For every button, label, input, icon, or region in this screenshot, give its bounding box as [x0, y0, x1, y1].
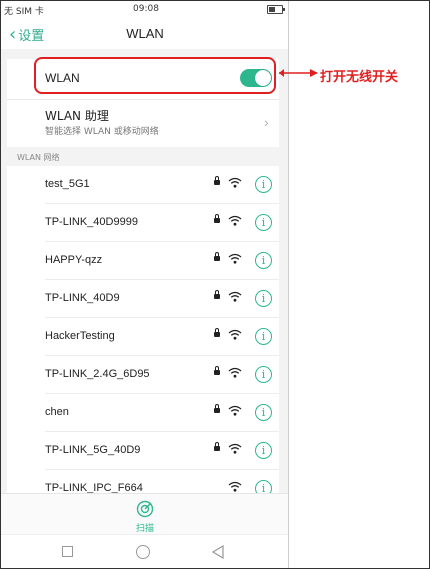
network-name: TP-LINK_2.4G_6D95 [45, 368, 150, 380]
network-name: test_5G1 [45, 178, 90, 190]
battery-icon [267, 5, 285, 14]
info-icon[interactable]: i [255, 176, 272, 193]
wifi-signal-icon [228, 253, 242, 264]
bottom-toolbar: 扫描 [1, 493, 288, 568]
wifi-signal-icon [228, 481, 242, 492]
network-name: chen [45, 406, 69, 418]
status-time: 09:08 [133, 4, 159, 14]
info-icon[interactable]: i [255, 366, 272, 383]
lock-icon [214, 404, 220, 413]
chevron-left-icon: ‹ [9, 23, 17, 45]
wifi-signal-icon [228, 291, 242, 302]
network-row[interactable]: HackerTesting i [7, 318, 279, 356]
lock-icon [214, 366, 220, 375]
network-row[interactable]: test_5G1 i [7, 166, 279, 204]
network-row[interactable]: TP-LINK_2.4G_6D95 i [7, 356, 279, 394]
networks-section-label: WLAN 网络 [17, 153, 60, 162]
wlan-highlight-box [34, 57, 276, 94]
annotation-arrow-icon [279, 69, 318, 77]
wifi-signal-icon [228, 329, 242, 340]
network-row[interactable]: TP-LINK_5G_40D9 i [7, 432, 279, 470]
back-button[interactable]: ‹ 设置 [9, 25, 44, 44]
info-icon[interactable]: i [255, 328, 272, 345]
lock-icon [214, 290, 220, 299]
lock-icon [214, 176, 220, 185]
info-icon[interactable]: i [255, 404, 272, 421]
network-row[interactable]: TP-LINK_40D9 i [7, 280, 279, 318]
network-name: TP-LINK_5G_40D9 [45, 444, 141, 456]
chevron-right-icon: › [264, 114, 269, 130]
network-row[interactable]: TP-LINK_40D9999 i [7, 204, 279, 242]
info-icon[interactable]: i [255, 290, 272, 307]
annotation-text: 打开无线开关 [320, 70, 399, 85]
back-label: 设置 [18, 29, 45, 44]
info-icon[interactable]: i [255, 252, 272, 269]
info-icon[interactable]: i [255, 214, 272, 231]
wifi-signal-icon [228, 443, 242, 454]
home-icon[interactable] [136, 545, 150, 559]
assistant-subtitle: 智能选择 WLAN 或移动网络 [45, 127, 159, 137]
network-row[interactable]: HAPPY-qzz i [7, 242, 279, 280]
network-row[interactable]: chen i [7, 394, 279, 432]
lock-icon [214, 252, 220, 261]
wifi-signal-icon [228, 367, 242, 378]
network-name: HAPPY-qzz [45, 254, 103, 266]
network-name: TP-LINK_40D9999 [45, 216, 138, 228]
network-name: HackerTesting [45, 330, 115, 342]
scan-label: 扫描 [135, 524, 154, 534]
recent-apps-icon[interactable] [62, 546, 73, 557]
wifi-signal-icon [228, 405, 242, 416]
scan-icon [136, 500, 154, 518]
wifi-signal-icon [228, 215, 242, 226]
lock-icon [214, 214, 220, 223]
wifi-signal-icon [228, 177, 242, 188]
scan-button[interactable]: 扫描 [130, 498, 160, 534]
lock-icon [214, 328, 220, 337]
network-list: test_5G1 i TP-LINK_40D9999 i HAPPY-qzz i TP-LI… [7, 166, 279, 496]
assistant-title: WLAN 助理 [45, 109, 109, 123]
top-nav-bar: WLAN ‹ 设置 [1, 19, 288, 49]
status-bar: 无 SIM 卡 09:08 [1, 1, 288, 19]
carrier-text: 无 SIM 卡 [4, 7, 44, 17]
wlan-assistant-row[interactable]: WLAN 助理 智能选择 WLAN 或移动网络 › [7, 99, 279, 147]
back-triangle-icon[interactable] [212, 545, 224, 559]
info-icon[interactable]: i [255, 442, 272, 459]
system-navigation-bar [1, 534, 288, 568]
lock-icon [214, 442, 220, 451]
network-name: TP-LINK_40D9 [45, 292, 120, 304]
